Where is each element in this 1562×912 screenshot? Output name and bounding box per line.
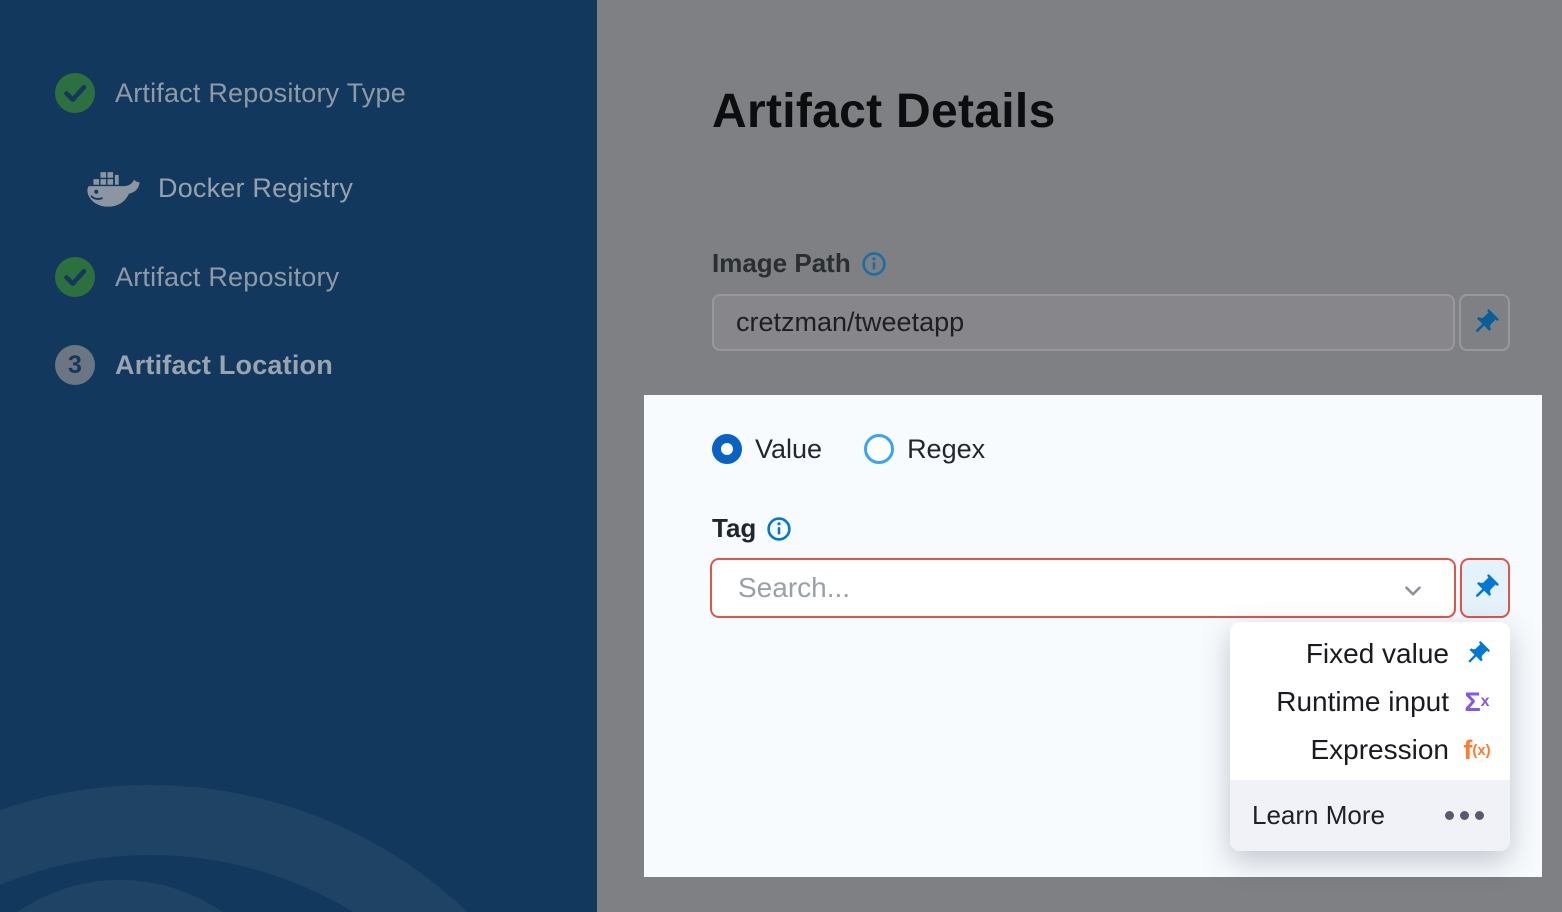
menu-item-label: Runtime input xyxy=(1276,686,1449,718)
menu-item-label: Fixed value xyxy=(1306,638,1449,670)
radio-regex-label[interactable]: Regex xyxy=(907,434,985,465)
fx-expression-icon: f(x) xyxy=(1462,735,1492,766)
tag-search-select[interactable]: Search... xyxy=(710,558,1456,618)
image-path-fixed-value-pin-button[interactable] xyxy=(1459,294,1510,351)
radio-value-label[interactable]: Value xyxy=(755,434,822,465)
menu-item-expression[interactable]: Expression f(x) xyxy=(1230,726,1510,774)
sidebar-item-docker-registry[interactable]: Docker Registry xyxy=(86,166,353,210)
check-circle-icon xyxy=(55,257,95,297)
step-number-badge: 3 xyxy=(55,345,95,385)
page-title: Artifact Details xyxy=(712,84,1056,139)
sidebar-item-artifact-location[interactable]: 3 Artifact Location xyxy=(55,345,333,385)
check-circle-icon xyxy=(55,73,95,113)
image-path-input[interactable]: cretzman/tweetapp xyxy=(712,294,1455,351)
selected-repo-type-label: Docker Registry xyxy=(158,173,353,204)
more-options-icon[interactable] xyxy=(1445,811,1484,820)
pin-icon xyxy=(1462,640,1492,668)
sidebar-item-artifact-repository[interactable]: Artifact Repository xyxy=(55,257,339,297)
wizard-sidebar: Artifact Repository Type Docker Registry xyxy=(0,0,597,912)
tag-type-radio-group: Value Regex xyxy=(712,433,985,465)
step-label: Artifact Repository Type xyxy=(115,78,406,109)
info-icon[interactable] xyxy=(766,516,792,542)
step-label: Artifact Repository xyxy=(115,262,339,293)
radio-value[interactable] xyxy=(712,434,742,464)
input-type-menu: Fixed value Runtime input Σx Expression … xyxy=(1230,622,1510,851)
menu-item-label: Expression xyxy=(1310,734,1449,766)
sigma-runtime-icon: Σx xyxy=(1462,687,1492,718)
menu-item-fixed-value[interactable]: Fixed value xyxy=(1230,630,1510,678)
learn-more-link[interactable]: Learn More xyxy=(1252,800,1385,831)
docker-whale-icon xyxy=(86,167,142,209)
sidebar-item-artifact-repository-type[interactable]: Artifact Repository Type xyxy=(55,73,406,113)
chevron-down-icon[interactable] xyxy=(1400,578,1426,609)
tag-search-placeholder: Search... xyxy=(738,572,850,604)
pin-icon xyxy=(1470,573,1500,603)
step-label: Artifact Location xyxy=(115,350,333,381)
menu-footer: Learn More xyxy=(1230,780,1510,851)
tag-input-type-pin-button[interactable] xyxy=(1460,558,1510,618)
image-path-value: cretzman/tweetapp xyxy=(736,307,964,338)
menu-item-runtime-input[interactable]: Runtime input Σx xyxy=(1230,678,1510,726)
info-icon[interactable] xyxy=(861,251,887,277)
image-path-label: Image Path xyxy=(712,248,851,279)
radio-regex[interactable] xyxy=(864,434,894,464)
tag-label: Tag xyxy=(712,513,756,544)
pin-icon xyxy=(1470,308,1500,338)
